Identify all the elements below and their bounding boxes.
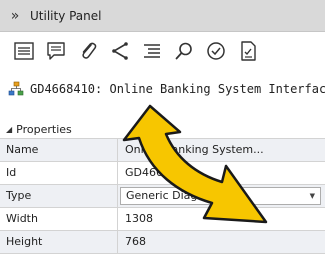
property-value-height[interactable]: 768	[118, 231, 325, 253]
property-row-width: Width 1308	[0, 208, 325, 231]
diagram-icon	[8, 81, 24, 96]
property-row-id: Id GD4668410	[0, 162, 325, 185]
share-icon[interactable]	[106, 37, 134, 65]
utility-panel-header: » Utility Panel	[0, 0, 325, 32]
chevron-down-icon[interactable]: ▼	[310, 185, 315, 207]
properties-section-header[interactable]: ◢ Properties	[0, 120, 325, 138]
panel-title: Utility Panel	[30, 8, 102, 23]
diagram-label: GD4668410: Online Banking System Interfa…	[30, 82, 325, 96]
property-name: Id	[0, 162, 118, 184]
checklist-icon[interactable]	[234, 37, 262, 65]
collapse-triangle-icon[interactable]: ◢	[6, 125, 12, 134]
history-icon[interactable]	[202, 37, 230, 65]
collapse-panel-button[interactable]: »	[0, 8, 30, 24]
search-icon[interactable]	[170, 37, 198, 65]
property-value-width[interactable]: 1308	[118, 208, 325, 230]
utility-toolbar	[0, 33, 325, 69]
property-value-id: GD4668410	[125, 166, 191, 179]
property-value-name[interactable]: Online Banking System...	[118, 139, 325, 161]
property-name: Type	[0, 185, 118, 207]
outline-icon[interactable]	[138, 37, 166, 65]
property-row-type: Type Generic Diagram ▼	[0, 185, 325, 208]
property-value-type-cell: Generic Diagram ▼	[118, 185, 325, 207]
property-row-name: Name Online Banking System...	[0, 139, 325, 162]
property-name: Height	[0, 231, 118, 253]
diagram-context: GD4668410: Online Banking System Interfa…	[0, 72, 325, 106]
property-name: Name	[0, 139, 118, 161]
type-dropdown-value: Generic Diagram	[126, 189, 220, 202]
section-label: Properties	[16, 122, 72, 136]
properties-icon[interactable]	[10, 37, 38, 65]
property-row-height: Height 768	[0, 231, 325, 254]
property-name: Width	[0, 208, 118, 230]
attachment-icon[interactable]	[74, 37, 102, 65]
type-dropdown[interactable]: Generic Diagram ▼	[120, 187, 321, 205]
properties-grid: Name Online Banking System... Id GD46684…	[0, 138, 325, 254]
comments-icon[interactable]	[42, 37, 70, 65]
